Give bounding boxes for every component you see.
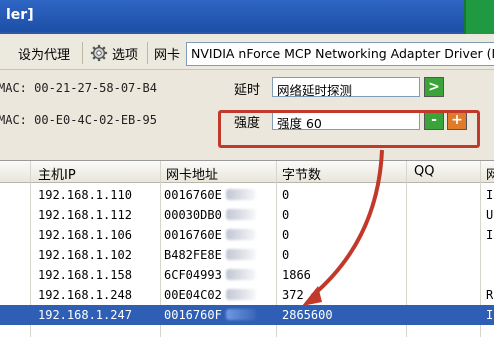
cell-extra: I:: [486, 308, 494, 322]
cell-bytes: 0: [282, 188, 290, 202]
mac-address-2: MAC: 00-E0-4C-02-EB-95: [0, 113, 157, 127]
cell-ip: 192.168.1.158: [38, 268, 132, 282]
redacted-mac-suffix: [226, 249, 256, 260]
cell-mac: 0016760F: [164, 308, 222, 322]
cell-ip: 192.168.1.102: [38, 248, 132, 262]
cell-bytes: 2865600: [282, 308, 333, 322]
redacted-mac-suffix: [226, 289, 256, 300]
gear-icon: [90, 44, 108, 62]
latency-field[interactable]: 网络延时探测: [272, 77, 420, 98]
cell-mac: 6CF04993: [164, 268, 222, 282]
column-header-qq[interactable]: QQ: [414, 164, 434, 179]
column-header-ip[interactable]: 主机IP: [38, 164, 76, 183]
latency-label: 延时: [234, 83, 261, 98]
adapter-select[interactable]: NVIDIA nForce MCP Networking Adapter Dri…: [186, 42, 494, 66]
cell-ip: 192.168.1.248: [38, 288, 132, 302]
window-corner-control[interactable]: [464, 0, 494, 34]
table-row[interactable]: 192.168.1.248 00E04C02 372 R:: [0, 285, 494, 305]
cell-bytes: 0: [282, 208, 290, 222]
cell-bytes: 0: [282, 248, 290, 262]
cell-extra: I:: [486, 188, 494, 202]
options-button[interactable]: 选项: [112, 44, 138, 63]
cell-ip: 192.168.1.110: [38, 188, 132, 202]
host-table: 主机IP 网卡地址 字节数 QQ 网 192.168.1.110 0016760E…: [0, 160, 494, 337]
adapter-label: 网卡: [154, 48, 181, 63]
cell-mac: 0016760E: [164, 188, 222, 202]
set-proxy-button[interactable]: 设为代理: [18, 44, 70, 63]
cell-ip: 192.168.1.112: [38, 208, 132, 222]
redacted-mac-suffix: [226, 189, 256, 200]
cell-ip: 192.168.1.106: [38, 228, 132, 242]
table-header: 主机IP 网卡地址 字节数 QQ 网: [0, 161, 494, 183]
cell-extra: I:: [486, 228, 494, 242]
cell-ip: 192.168.1.247: [38, 308, 132, 322]
column-header-mac[interactable]: 网卡地址: [166, 164, 218, 183]
app-window: ler] 设为代理 选项 网卡 NVIDIA nForce MCP Networ…: [0, 0, 494, 337]
title-bar: ler]: [0, 0, 494, 34]
cell-mac: B482FE8E: [164, 248, 222, 262]
column-header-bytes[interactable]: 字节数: [282, 164, 321, 183]
latency-go-button[interactable]: >: [424, 77, 444, 97]
window-title: ler]: [6, 7, 34, 23]
mac-address-1: MAC: 00-21-27-58-07-B4: [0, 81, 157, 95]
toolbar-separator: [82, 42, 83, 64]
redacted-mac-suffix: [226, 209, 256, 220]
table-row[interactable]: 192.168.1.106 0016760E 0 I:: [0, 225, 494, 245]
cell-mac: 00E04C02: [164, 288, 222, 302]
table-row[interactable]: 192.168.1.158 6CF04993 1866: [0, 265, 494, 285]
cell-extra: R:: [486, 288, 494, 302]
redacted-mac-suffix: [226, 309, 256, 320]
cell-mac: 0016760E: [164, 228, 222, 242]
column-header-net[interactable]: 网: [486, 164, 494, 183]
cell-bytes: 1866: [282, 268, 311, 282]
cell-bytes: 372: [282, 288, 304, 302]
table-row[interactable]: 192.168.1.112 00030DB0 0 U:: [0, 205, 494, 225]
table-row[interactable]: 192.168.1.247 0016760F 2865600 I:: [0, 305, 494, 325]
cell-mac: 00030DB0: [164, 208, 222, 222]
table-row[interactable]: 192.168.1.110 0016760E 0 I:: [0, 185, 494, 205]
cell-extra: U:: [486, 208, 494, 222]
annotation-highlight-box: [218, 110, 480, 148]
redacted-mac-suffix: [226, 229, 256, 240]
toolbar: 设为代理 选项 网卡 NVIDIA nForce MCP Networking …: [0, 36, 494, 70]
cell-bytes: 0: [282, 228, 290, 242]
table-row[interactable]: 192.168.1.102 B482FE8E 0: [0, 245, 494, 265]
toolbar-separator: [147, 42, 148, 64]
redacted-mac-suffix: [226, 269, 256, 280]
